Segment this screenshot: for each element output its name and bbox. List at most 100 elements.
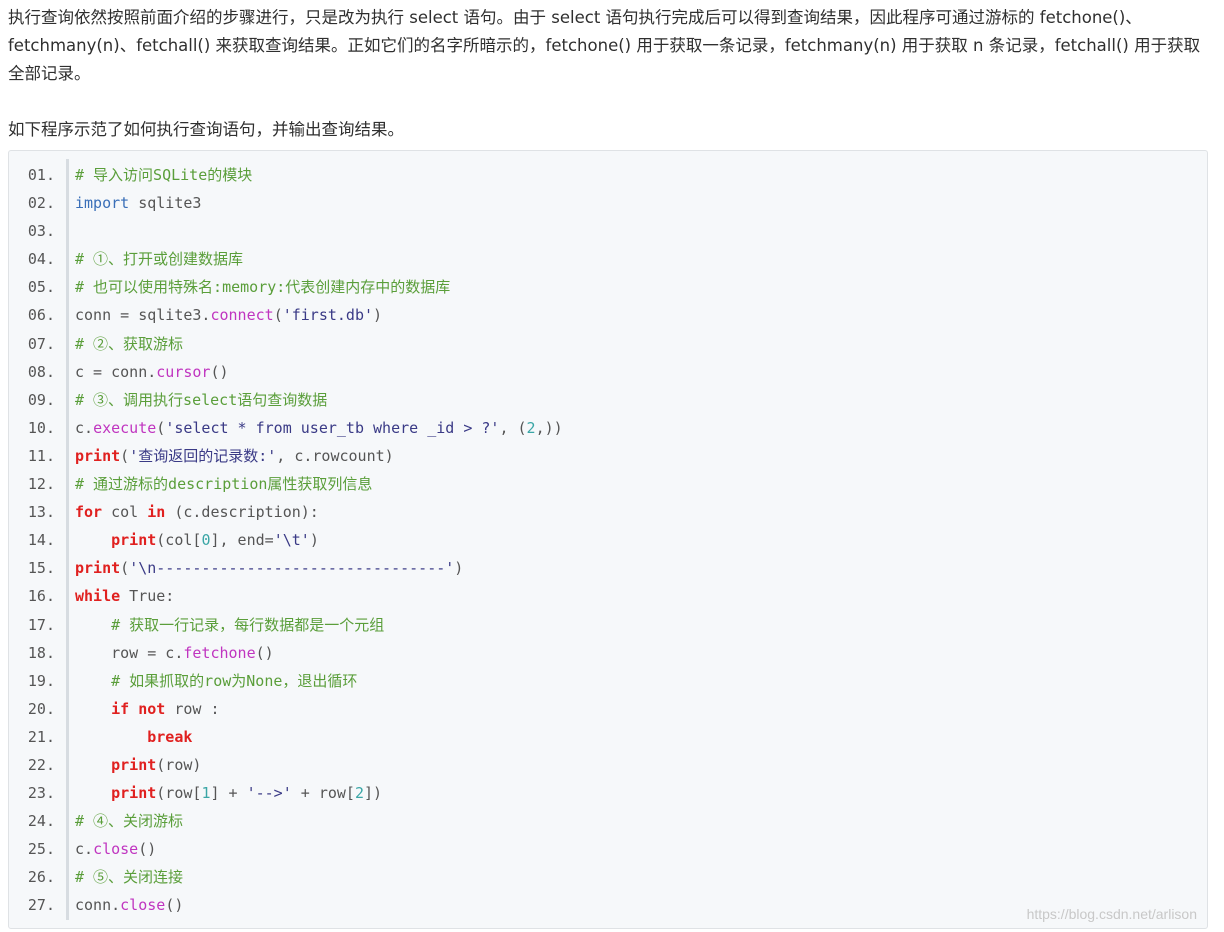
code-token-plain: row : [165,699,220,718]
code-text: for col in (c.description): [75,498,319,526]
code-token-method: execute [93,418,157,437]
code-token-keyword: for [75,503,103,522]
line-number: 19. [27,671,55,690]
code-line: 24. # ④、关闭游标 [9,807,1207,835]
code-line: 23. print(row[1] + '-->' + row[2]) [9,779,1207,807]
line-number: 20. [27,699,55,718]
code-text: import sqlite3 [75,189,201,217]
code-token-plain: c = conn. [75,362,157,381]
code-line: 12. # 通过游标的description属性获取列信息 [9,470,1207,498]
code-token-plain: ) [373,306,383,325]
code-line: 03. [9,217,1207,245]
line-number: 21. [27,727,55,746]
line-number: 17. [27,615,55,634]
code-token-string: '查询返回的记录数:' [129,446,277,465]
code-text: print(col[0], end='\t') [75,526,319,554]
code-token-string: 'first.db' [282,306,374,325]
code-text: # ②、获取游标 [75,330,183,358]
code-token-plain: () [165,896,184,915]
code-token-plain: col [102,503,148,522]
line-number: 01. [27,166,55,184]
code-token-plain: c. [75,418,94,437]
line-number: 27. [27,896,55,915]
line-number: 13. [27,503,55,522]
line-number: 24. [27,812,55,831]
code-token-keyword: if [111,699,130,718]
code-block: 01. # 导入访问SQLite的模块 02. import sqlite3 03. 04… [8,150,1208,929]
line-number: 26. [27,868,55,887]
code-token-string: 'select * from user_tb where _id > ?' [165,418,500,437]
code-text: # ③、调用执行select语句查询数据 [75,386,327,414]
code-line: 04. # ①、打开或创建数据库 [9,245,1207,273]
code-token-import: import [75,194,130,213]
code-token-comment: # ⑤、关闭连接 [75,868,184,887]
code-text: print('\n-------------------------------… [75,554,463,582]
code-line: 21. break [9,723,1207,751]
code-text: # 如果抓取的row为None，退出循环 [75,667,357,695]
code-line: 16. while True: [9,582,1207,610]
code-line: 09. # ③、调用执行select语句查询数据 [9,386,1207,414]
code-token-method: close [93,840,139,859]
line-number: 12. [27,475,55,494]
code-token-keyword: not [138,699,166,718]
line-number: 14. [27,531,55,550]
code-token-plain: ]) [364,784,383,803]
code-text: print(row[1] + '-->' + row[2]) [75,779,382,807]
code-token-plain: sqlite3 [129,194,202,213]
code-token-plain: ) [309,531,319,550]
code-token-comment: # ②、获取游标 [75,334,184,353]
line-number: 02. [27,194,55,213]
code-token-keyword: while [75,587,121,606]
code-token-string: '\t' [273,531,310,550]
line-number: 09. [27,390,55,409]
code-token-plain: , ( [499,418,527,437]
line-number: 05. [27,278,55,297]
example-intro-paragraph: 如下程序示范了如何执行查询语句，并输出查询结果。 [8,120,404,139]
code-token-plain: (row) [156,755,202,774]
code-token-plain: ( [156,418,166,437]
code-text: c.execute('select * from user_tb where _… [75,414,563,442]
code-token-plain: row = c. [75,643,184,662]
code-line: 06. conn = sqlite3.connect('first.db') [9,301,1207,329]
code-line: 15. print('\n----------------------------… [9,554,1207,582]
code-token-comment: # ①、打开或创建数据库 [75,250,244,269]
code-token-keyword: print [111,784,157,803]
line-number: 25. [27,840,55,859]
code-line: 01. # 导入访问SQLite的模块 [9,161,1207,189]
code-token-number: 2 [354,784,364,803]
line-number: 06. [27,306,55,325]
code-token-method: close [120,896,166,915]
line-number: 11. [27,446,55,465]
code-token-string: '\n--------------------------------' [129,559,455,578]
code-token-plain: conn = sqlite3. [75,306,211,325]
line-number: 03. [27,222,55,241]
code-token-plain: ) [454,559,464,578]
intro-paragraph: 执行查询依然按照前面介绍的步骤进行，只是改为执行 select 语句。由于 se… [8,8,1201,83]
code-token-plain: ( [273,306,283,325]
code-token-plain: (row[ [156,784,202,803]
code-line: 08. c = conn.cursor() [9,358,1207,386]
code-token-comment: # 如果抓取的row为None，退出循环 [111,671,358,690]
code-token-plain: (col[ [156,531,202,550]
code-line: 26. # ⑤、关闭连接 [9,863,1207,891]
code-token-comment: # 也可以使用特殊名:memory:代表创建内存中的数据库 [75,278,451,297]
code-line: 02. import sqlite3 [9,189,1207,217]
code-token-method: cursor [156,362,211,381]
code-token-plain: () [138,840,157,859]
code-line: 25. c.close() [9,835,1207,863]
code-token-plain: True: [120,587,175,606]
code-token-keyword: print [75,446,121,465]
watermark: https://blog.csdn.net/arlison [1026,906,1197,922]
code-token-plain: () [210,362,229,381]
code-text: # 通过游标的description属性获取列信息 [75,470,372,498]
code-token-plain: ] + [210,784,247,803]
code-text: # 导入访问SQLite的模块 [75,161,252,189]
code-token-keyword: print [75,559,121,578]
code-text: # 也可以使用特殊名:memory:代表创建内存中的数据库 [75,273,450,301]
